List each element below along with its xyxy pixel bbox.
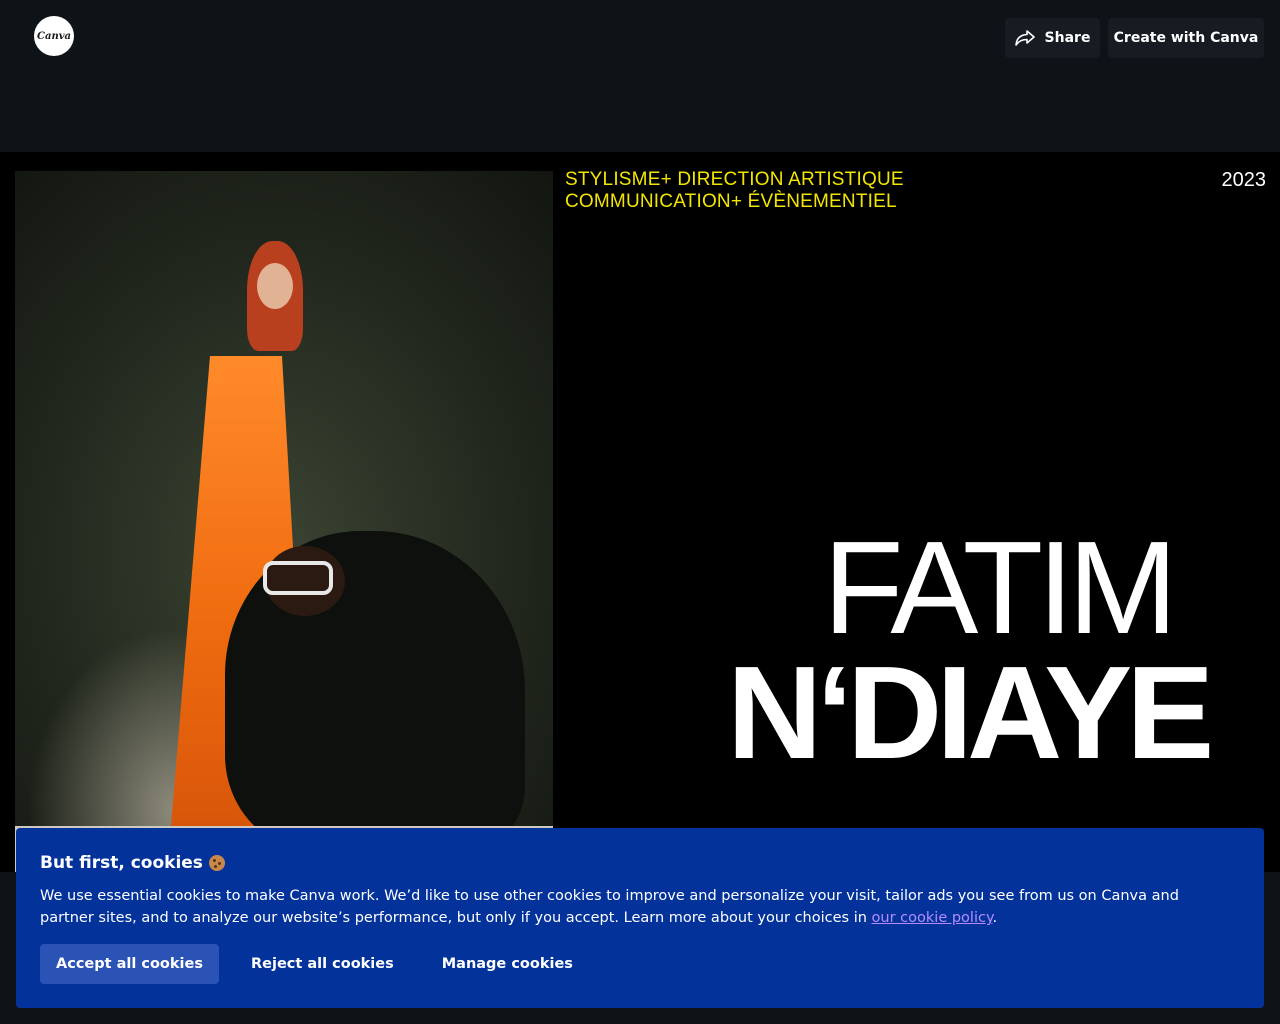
photo-face — [257, 263, 293, 309]
create-with-canva-button[interactable]: Create with Canva — [1108, 18, 1264, 58]
services-text: STYLISME+ DIRECTION ARTISTIQUE COMMUNICA… — [565, 169, 904, 213]
fashion-photo — [15, 171, 553, 872]
cookie-banner-title: But first, cookies — [40, 853, 1240, 873]
create-label: Create with Canva — [1113, 30, 1259, 46]
top-bar: Canva Share Create with Canva — [0, 0, 1280, 152]
services-line-2: COMMUNICATION+ ÉVÈNEMENTIEL — [565, 191, 897, 212]
presentation-slide: STYLISME+ DIRECTION ARTISTIQUE COMMUNICA… — [0, 152, 1280, 872]
name-first: FATIM — [823, 514, 1178, 661]
canva-logo[interactable]: Canva — [34, 16, 74, 56]
photo-glasses — [263, 561, 333, 595]
accept-all-cookies-button[interactable]: Accept all cookies — [40, 944, 219, 984]
cookie-banner: But first, cookies We use essential cook… — [16, 828, 1264, 1008]
cookie-actions: Accept all cookies Reject all cookies Ma… — [40, 944, 589, 984]
cookie-policy-link[interactable]: our cookie policy — [872, 910, 993, 926]
cookie-title-text: But first, cookies — [40, 853, 203, 873]
share-icon — [1014, 29, 1035, 47]
services-line-1: STYLISME+ DIRECTION ARTISTIQUE — [565, 169, 904, 190]
cookie-banner-text: We use essential cookies to make Canva w… — [40, 885, 1230, 929]
cookie-body: We use essential cookies to make Canva w… — [40, 888, 1179, 926]
share-label: Share — [1044, 30, 1091, 46]
year-label: 2023 — [1221, 169, 1267, 191]
manage-cookies-button[interactable]: Manage cookies — [426, 944, 589, 984]
cookie-body-end: . — [992, 910, 998, 926]
cookie-icon — [208, 855, 225, 871]
reject-all-cookies-button[interactable]: Reject all cookies — [235, 944, 410, 984]
name-last: N‘DIAYE — [727, 639, 1214, 786]
share-button[interactable]: Share — [1005, 18, 1100, 58]
